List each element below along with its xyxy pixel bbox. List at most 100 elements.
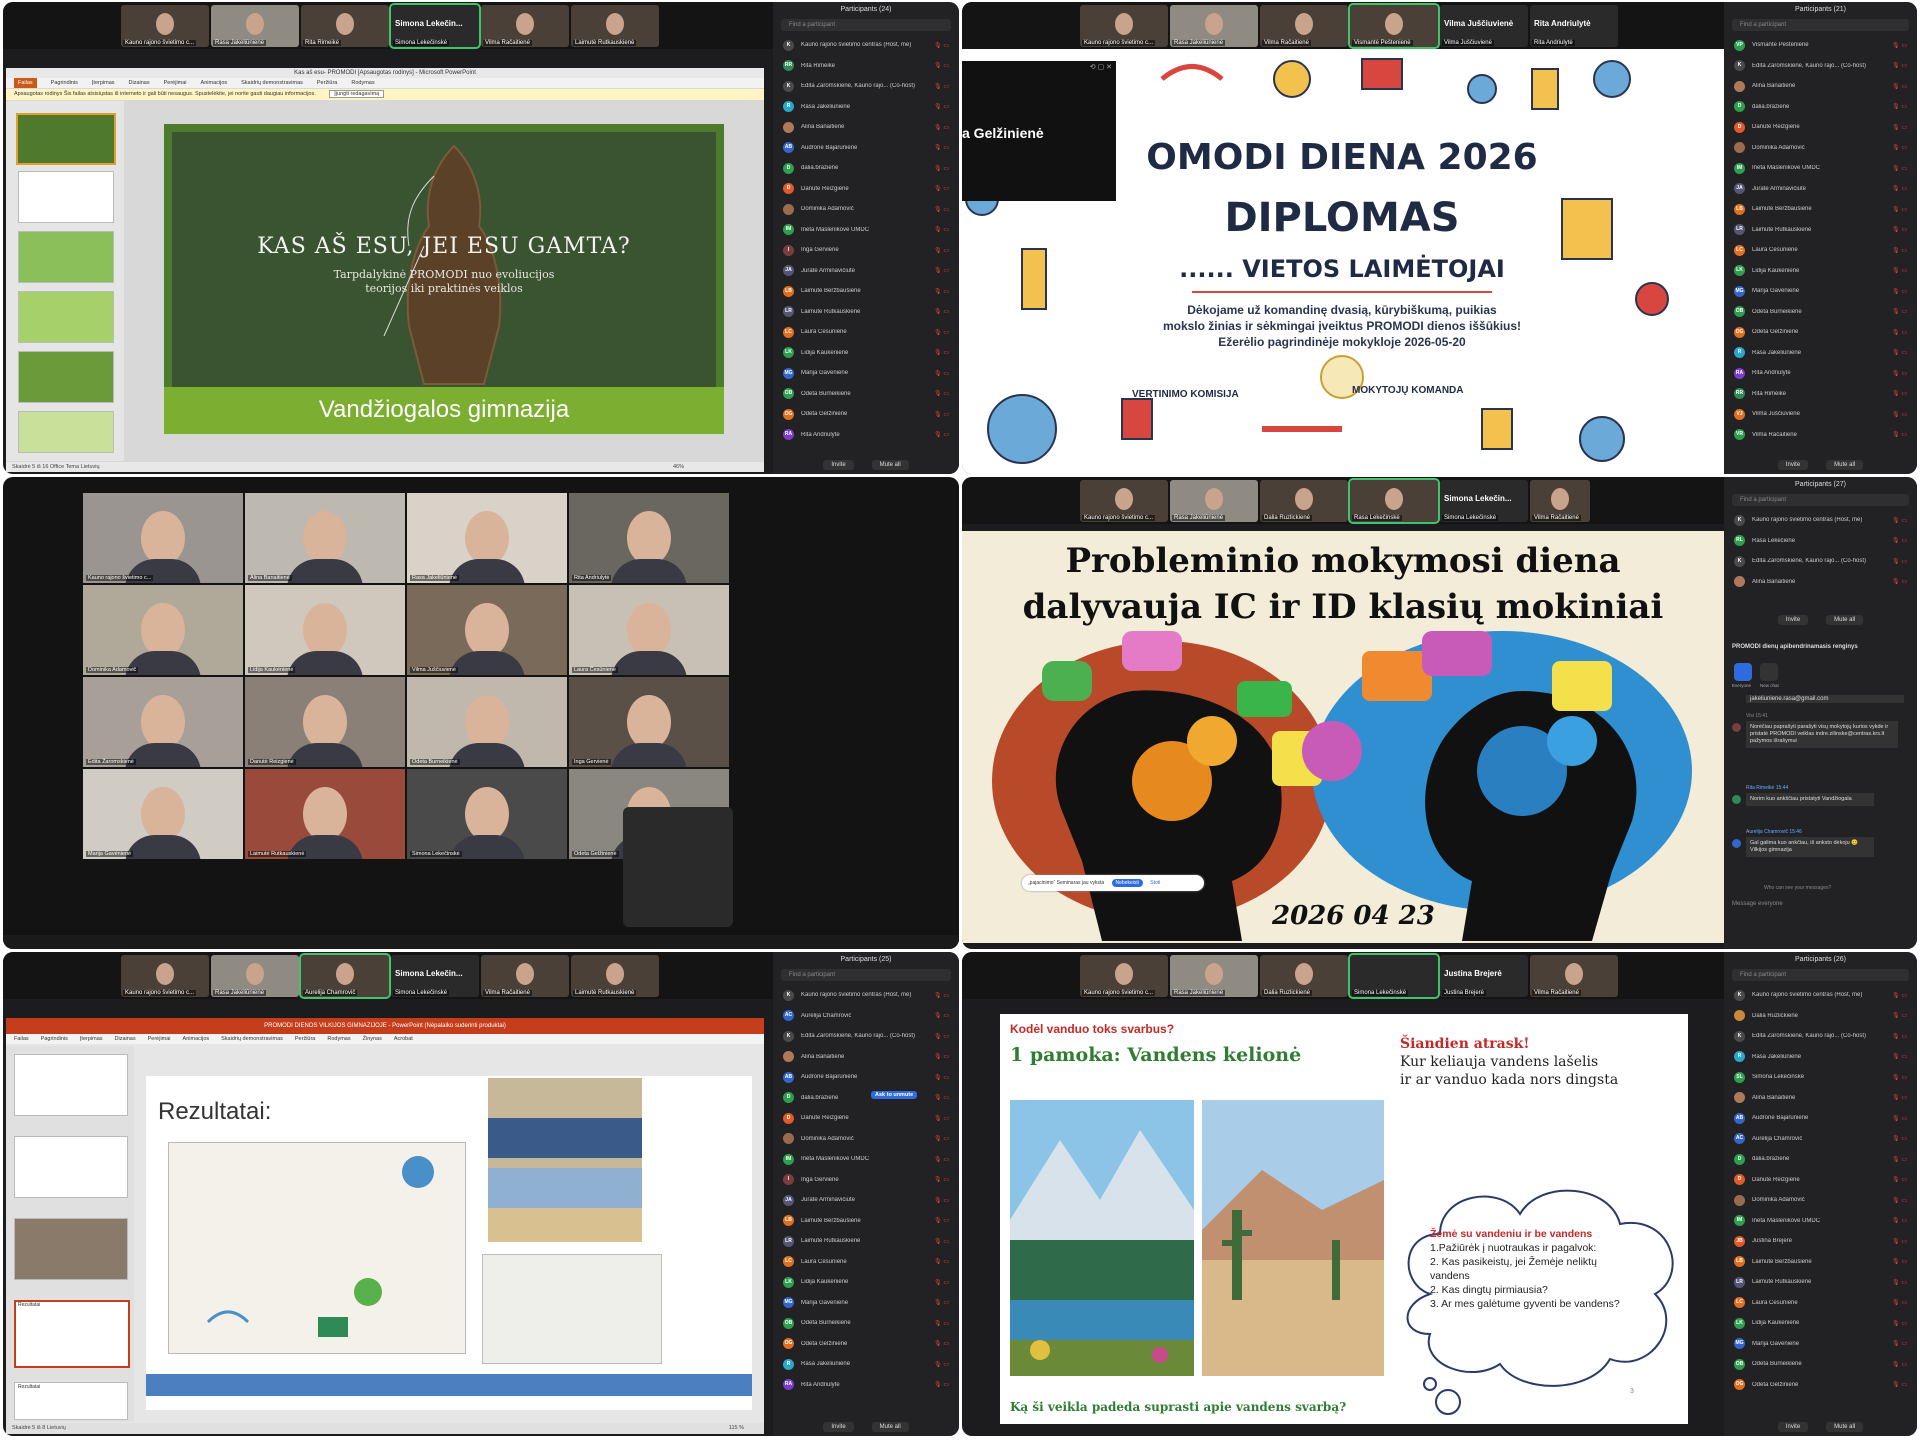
video-thumb[interactable]: Vilma Račaitienė (1530, 480, 1590, 522)
video-thumb[interactable]: Kauno rajono švietimo c... (121, 5, 209, 47)
video-thumb[interactable]: Rasa Jakeliūnienė (211, 955, 299, 997)
participant-row[interactable]: JA Jurate Arminavičiūtė 🎙 ▭ (1724, 179, 1917, 200)
participant-row[interactable]: IM Ineta Maslenikovė UMDC 🎙 ▭ (1724, 1211, 1917, 1232)
participant-row[interactable]: LB Laimutė Beržbaušienė 🎙 ▭ (773, 281, 959, 302)
mic-camera-icon[interactable]: 🎙 ▭ (1892, 1279, 1907, 1286)
video-thumb-active-speaker[interactable]: Vismantė Peštenienė (1348, 3, 1440, 49)
mic-camera-icon[interactable]: 🎙 ▭ (1892, 390, 1907, 397)
slide-thumbnail[interactable] (18, 291, 114, 343)
invite-button[interactable]: Invite (1777, 615, 1809, 625)
mic-camera-icon[interactable]: 🎙 ▭ (934, 992, 949, 999)
participant-row[interactable]: RL Rasa Lekečienė 🎙 ▭ (1724, 531, 1917, 552)
ppt-tab[interactable]: Rodymas (327, 1034, 350, 1044)
slide-thumbnail[interactable] (14, 1136, 128, 1198)
mic-camera-icon[interactable]: 🎙 ▭ (1892, 1115, 1907, 1122)
mic-camera-icon[interactable]: 🎙 ▭ (1892, 165, 1907, 172)
participant-row[interactable]: D Danutė Reizgienė 🎙 ▭ (1724, 1170, 1917, 1191)
participant-row[interactable]: LB Laimutė Beržbaušienė 🎙 ▭ (1724, 199, 1917, 220)
mic-camera-icon[interactable]: 🎙 ▭ (1892, 1238, 1907, 1245)
mic-camera-icon[interactable]: 🎙 ▭ (934, 1115, 949, 1122)
participant-row[interactable]: LK Lidija Kaukėnienė 🎙 ▭ (773, 1272, 959, 1293)
video-tile[interactable]: Odeta Burneikienė (407, 677, 567, 767)
participant-row[interactable]: RR Rita Rimeikė 🎙 ▭ (773, 56, 959, 77)
mic-camera-icon[interactable]: 🎙 ▭ (1892, 1299, 1907, 1306)
participant-row[interactable]: OG Odeta Gelžinienė 🎙 ▭ (1724, 322, 1917, 343)
mic-camera-icon[interactable]: 🎙 ▭ (1892, 83, 1907, 90)
video-thumb-active-speaker[interactable]: Rasa Lekečinskė (1348, 478, 1440, 524)
mic-camera-icon[interactable]: 🎙 ▭ (934, 1340, 949, 1347)
participant-row[interactable]: LR Laimutė Rutkauskienė 🎙 ▭ (1724, 220, 1917, 241)
slide-thumbnail[interactable] (14, 1054, 128, 1116)
mic-camera-icon[interactable]: 🎙 ▭ (1892, 1320, 1907, 1327)
slide-thumbnail[interactable] (18, 411, 114, 453)
mic-camera-icon[interactable]: 🎙 ▭ (1892, 62, 1907, 69)
ppt-tab[interactable]: Pagrindinis (41, 1034, 68, 1044)
video-tile[interactable]: Marija Gavėnienė (83, 769, 243, 859)
participant-row[interactable]: K Edita Žaromskienė, Kauno rajo... (Co-ho… (1724, 551, 1917, 572)
participant-row[interactable]: JB Justina Brejerė 🎙 ▭ (1724, 1231, 1917, 1252)
participant-row[interactable]: VJ Vilma Juščiuvienė 🎙 ▭ (1724, 404, 1917, 425)
participant-row[interactable]: Alina Banaitienė 🎙 ▭ (773, 1047, 959, 1068)
mic-camera-icon[interactable]: 🎙 ▭ (1892, 247, 1907, 254)
video-tile[interactable]: Rasa Jakeliūnienė (407, 493, 567, 583)
mic-camera-icon[interactable]: 🎙 ▭ (934, 1012, 949, 1019)
mic-camera-icon[interactable]: 🎙 ▭ (934, 1238, 949, 1245)
mic-camera-icon[interactable]: 🎙 ▭ (1892, 329, 1907, 336)
mic-camera-icon[interactable]: 🎙 ▭ (1892, 1258, 1907, 1265)
participant-search-input[interactable]: Find a participant (1732, 969, 1909, 981)
participant-row[interactable]: OG Odeta Gelžinienė 🎙 ▭ (1724, 1375, 1917, 1396)
mic-camera-icon[interactable]: 🎙 ▭ (934, 144, 949, 151)
video-thumb[interactable]: Rita Andriulytė Rita Andriulytė (1530, 5, 1618, 47)
participant-search-input[interactable]: Find a participant (781, 19, 951, 31)
video-thumb[interactable]: Dalia Ruzlickienė (1260, 480, 1348, 522)
mic-camera-icon[interactable]: 🎙 ▭ (934, 42, 949, 49)
video-thumb-active-speaker[interactable]: Simona Lekečinskė (1348, 953, 1440, 999)
ppt-tab[interactable]: Perėjimai (148, 1034, 171, 1044)
participant-row[interactable]: D Danutė Reizgienė 🎙 ▭ (773, 1108, 959, 1129)
participant-row[interactable]: Dominika Adamovič 🎙 ▭ (773, 1129, 959, 1150)
video-thumb[interactable]: Vilma Račaitienė (481, 5, 569, 47)
video-thumb[interactable]: Vilma Juščiuvienė Vilma Juščiuvienė (1440, 5, 1528, 47)
participant-row[interactable]: Ddalia.braziene 🎙 ▭ (1724, 97, 1917, 118)
mic-camera-icon[interactable]: 🎙 ▭ (1892, 517, 1907, 524)
floating-window-controls[interactable]: ⟲ ▢ ✕ (1090, 63, 1112, 71)
mic-camera-icon[interactable]: 🎙 ▭ (934, 1094, 949, 1101)
ppt-tab[interactable]: Skaidrių demonstravimas (241, 78, 303, 88)
participant-row[interactable]: OB Odeta Burneikienė 🎙 ▭ (1724, 1354, 1917, 1375)
ppt-tab[interactable]: Žinynas (363, 1034, 382, 1044)
video-thumb[interactable]: Kauno rajono švietimo c... (1080, 480, 1168, 522)
mute-all-button[interactable]: Mute all (871, 460, 909, 470)
participant-row[interactable]: Alina Banaitienė 🎙 ▭ (773, 117, 959, 138)
mic-camera-icon[interactable]: 🎙 ▭ (1892, 308, 1907, 315)
participant-row[interactable]: D Danutė Reizgienė 🎙 ▭ (773, 179, 959, 200)
participant-row[interactable]: OB Odeta Burneikienė 🎙 ▭ (773, 1313, 959, 1334)
mic-camera-icon[interactable]: 🎙 ▭ (1892, 537, 1907, 544)
video-tile[interactable]: Kauno rajono švietimo c... (83, 493, 243, 583)
mic-camera-icon[interactable]: 🎙 ▭ (1892, 1340, 1907, 1347)
floating-speaker-window[interactable]: ⟲ ▢ ✕ a Gelžinienė (962, 61, 1116, 201)
participant-row[interactable]: Dominika Adamovič 🎙 ▭ (773, 199, 959, 220)
mic-camera-icon[interactable]: 🎙 ▭ (934, 124, 949, 131)
participant-row[interactable]: R Rasa Jakeliūnienė 🎙 ▭ (1724, 343, 1917, 364)
participant-row[interactable]: R Rasa Jakeliūnienė 🎙 ▭ (773, 1354, 959, 1375)
mic-camera-icon[interactable]: 🎙 ▭ (934, 1217, 949, 1224)
mic-camera-icon[interactable]: 🎙 ▭ (934, 247, 949, 254)
participant-row[interactable]: SL Simona Lekečinskė 🎙 ▭ (1724, 1067, 1917, 1088)
participant-search-input[interactable]: Find a participant (1732, 494, 1909, 506)
video-thumb-active-speaker[interactable]: Simona Lekečin... Simona Lekečinskė (389, 3, 481, 49)
participant-row[interactable]: VR Vilma Račaitienė 🎙 ▭ (1724, 425, 1917, 446)
ppt-tab[interactable]: Perėjimai (164, 78, 187, 88)
ppt-tab[interactable]: Dizainas (115, 1034, 136, 1044)
participant-row[interactable]: Dominika Adamovič 🎙 ▭ (1724, 1190, 1917, 1211)
mic-camera-icon[interactable]: 🎙 ▭ (1892, 431, 1907, 438)
participant-row[interactable]: LB Laimutė Beržbaušienė 🎙 ▭ (773, 1211, 959, 1232)
video-thumb[interactable]: Vilma Račaitienė (1260, 5, 1348, 47)
video-tile[interactable]: Lidija Kaukėnienė (245, 585, 405, 675)
mic-camera-icon[interactable]: 🎙 ▭ (1892, 1033, 1907, 1040)
participant-row[interactable]: D Danutė Reizgienė 🎙 ▭ (1724, 117, 1917, 138)
mic-camera-icon[interactable]: 🎙 ▭ (1892, 349, 1907, 356)
mic-camera-icon[interactable]: 🎙 ▭ (934, 103, 949, 110)
mic-camera-icon[interactable]: 🎙 ▭ (1892, 226, 1907, 233)
mic-camera-icon[interactable]: 🎙 ▭ (1892, 124, 1907, 131)
video-tile[interactable]: Laura Česūnienė (569, 585, 729, 675)
